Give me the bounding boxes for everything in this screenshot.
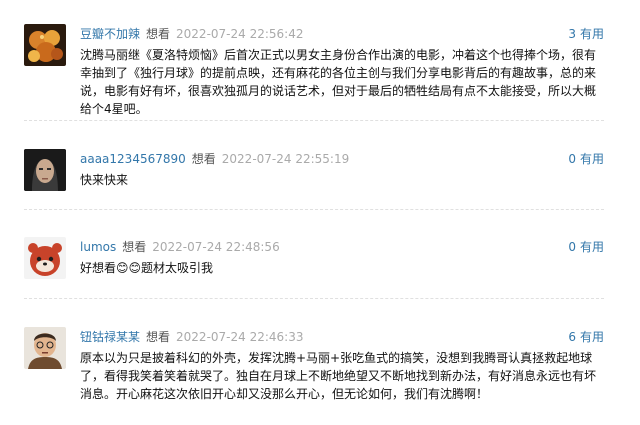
comment-content: 快来快来 bbox=[80, 173, 129, 187]
watch-status: 想看 bbox=[146, 27, 171, 41]
comment-meta: aaaa1234567890 想看 2022-07-24 22:55:19 bbox=[80, 149, 604, 169]
divider bbox=[24, 209, 604, 210]
comment-item: 钮钴禄某某 想看 2022-07-24 22:46:33 6 有用 原本以为只是披着科… bbox=[24, 327, 604, 407]
comment-time: 2022-07-24 22:46:33 bbox=[176, 330, 304, 344]
comment-meta: 钮钴禄某某 想看 2022-07-24 22:46:33 bbox=[80, 327, 604, 347]
useful-button[interactable]: 有用 bbox=[580, 27, 604, 41]
comment-meta: lumos 想看 2022-07-24 22:48:56 bbox=[80, 237, 604, 257]
divider bbox=[24, 120, 604, 121]
useful-button[interactable]: 有用 bbox=[580, 152, 604, 166]
vote-count: 0 有用 bbox=[568, 149, 604, 169]
comment-time: 2022-07-24 22:55:19 bbox=[221, 152, 350, 166]
vote-number: 6 bbox=[568, 330, 576, 344]
useful-button[interactable]: 有用 bbox=[580, 240, 604, 254]
comment-item: aaaa1234567890 想看 2022-07-24 22:55:19 0 有用 … bbox=[24, 149, 604, 193]
food-avatar[interactable] bbox=[24, 24, 66, 66]
comment-item: lumos 想看 2022-07-24 22:48:56 0 有用 好想看😊😊题材太吸… bbox=[24, 237, 604, 281]
username-link[interactable]: 豆瓣不加辣 bbox=[80, 27, 140, 41]
watch-status: 想看 bbox=[122, 240, 147, 254]
watch-status: 想看 bbox=[191, 152, 216, 166]
useful-button[interactable]: 有用 bbox=[580, 330, 604, 344]
comment-time: 2022-07-24 22:56:42 bbox=[176, 27, 304, 41]
vote-number: 0 bbox=[568, 240, 576, 254]
cartoon-man-avatar[interactable] bbox=[24, 327, 66, 369]
username-link[interactable]: aaaa1234567890 bbox=[80, 152, 186, 166]
vote-count: 6 有用 bbox=[568, 327, 604, 347]
vote-number: 3 bbox=[568, 27, 576, 41]
comment-item: 豆瓣不加辣 想看 2022-07-24 22:56:42 3 有用 沈腾马丽继《夏洛特… bbox=[24, 24, 604, 116]
vote-number: 0 bbox=[568, 152, 576, 166]
comments-list: 豆瓣不加辣 想看 2022-07-24 22:56:42 3 有用 沈腾马丽继《夏洛特… bbox=[0, 0, 640, 425]
vote-count: 3 有用 bbox=[568, 24, 604, 44]
comment-time: 2022-07-24 22:48:56 bbox=[152, 240, 280, 254]
username-link[interactable]: 钮钴禄某某 bbox=[80, 330, 140, 344]
vote-count: 0 有用 bbox=[568, 237, 604, 257]
watch-status: 想看 bbox=[146, 330, 171, 344]
portrait-avatar[interactable] bbox=[24, 149, 66, 191]
comment-meta: 豆瓣不加辣 想看 2022-07-24 22:56:42 bbox=[80, 24, 604, 44]
comment-content: 沈腾马丽继《夏洛特烦恼》后首次正式以男女主身份合作出演的电影，冲着这个也得捧个场… bbox=[80, 48, 597, 116]
comment-content: 原本以为只是披着科幻的外壳，发挥沈腾+马丽+张吃鱼式的搞笑，没想到我腾哥认真拯救… bbox=[80, 351, 597, 401]
divider bbox=[24, 298, 604, 299]
red-panda-avatar[interactable] bbox=[24, 237, 66, 279]
username-link[interactable]: lumos bbox=[80, 240, 116, 254]
comment-content: 好想看😊😊题材太吸引我 bbox=[80, 261, 214, 275]
